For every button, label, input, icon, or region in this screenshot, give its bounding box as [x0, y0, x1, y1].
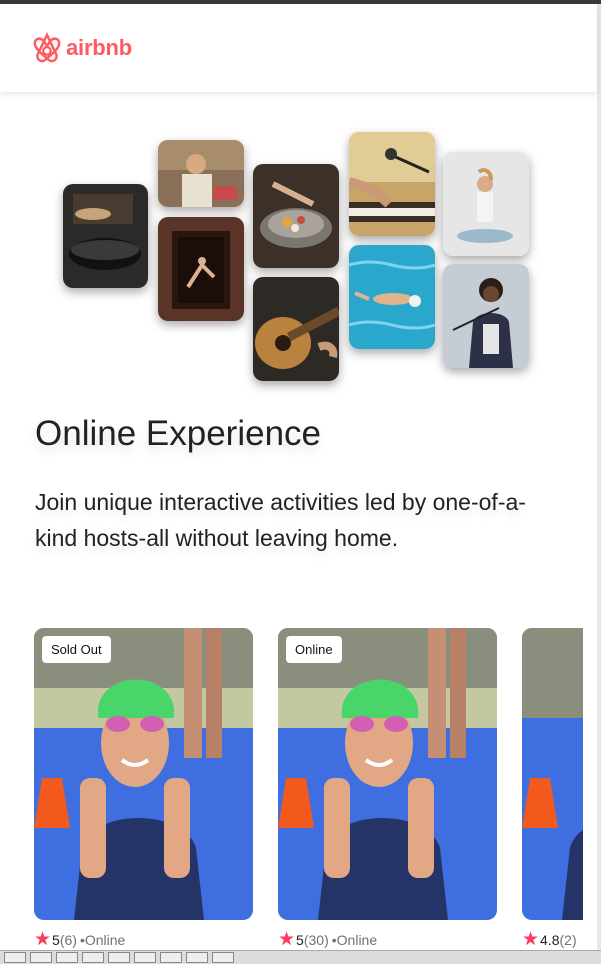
status-badge: Sold Out [42, 636, 111, 663]
dancer-doorway-photo [158, 217, 244, 321]
card-rating-row: ★ 4.8 (2) [522, 929, 577, 950]
vertical-scrollbar[interactable] [597, 4, 601, 950]
page-title: Online Experience [35, 414, 321, 453]
cooking-pot-photo [63, 184, 148, 288]
airbnb-logo[interactable]: airbnb [32, 32, 132, 64]
toolbar-button[interactable] [30, 952, 52, 963]
experience-card[interactable]: Sold Out ★ 5 (6) •Online [34, 628, 253, 949]
experience-collage [0, 120, 597, 395]
airbnb-belo-icon [33, 32, 61, 63]
brand-name: airbnb [66, 35, 133, 60]
food-bowl-photo [253, 164, 339, 268]
card-rating-row: ★ 5 (30) •Online [278, 929, 378, 950]
toolbar-button[interactable] [134, 952, 156, 963]
chef-woman-photo [158, 140, 244, 207]
page-subtitle: Join unique interactive activities led b… [35, 489, 526, 551]
experience-cards-carousel[interactable]: Sold Out ★ 5 (6) •Online Online ★ 5 (30)… [0, 628, 583, 958]
toolbar-button[interactable] [108, 952, 130, 963]
rating-value: 4.8 [540, 932, 560, 948]
card-rating-row: ★ 5 (6) •Online [34, 929, 126, 950]
toolbar-button[interactable] [212, 952, 234, 963]
bottom-toolbar [0, 950, 601, 964]
toolbar-button[interactable] [186, 952, 208, 963]
toolbar-button[interactable] [160, 952, 182, 963]
review-count: (6) [59, 932, 77, 948]
experience-card[interactable]: Online ★ 5 (30) •Online [278, 628, 497, 949]
toolbar-button[interactable] [82, 952, 104, 963]
swimmer-card-photo: Online [278, 628, 497, 920]
yoga-woman-photo [443, 152, 529, 256]
toolbar-button[interactable] [56, 952, 78, 963]
site-header: airbnb [0, 4, 597, 92]
play-button[interactable] [4, 952, 26, 963]
singer-performer-photo [443, 264, 529, 368]
guitar-photo [253, 277, 339, 381]
star-icon: ★ [34, 929, 52, 950]
experience-card[interactable]: ★ 4.8 (2) [522, 628, 583, 949]
rating-value: 5 [296, 932, 304, 948]
card-location: •Online [331, 932, 378, 948]
review-count: (2) [559, 932, 577, 948]
rating-value: 5 [52, 932, 60, 948]
status-badge: Online [286, 636, 342, 663]
swimmer-card-photo [522, 628, 583, 920]
review-count: (30) [303, 932, 329, 948]
star-icon: ★ [522, 929, 540, 950]
piano-microphone-photo [349, 132, 435, 236]
star-icon: ★ [278, 929, 296, 950]
card-location: •Online [79, 932, 126, 948]
swimmer-card-photo: Sold Out [34, 628, 253, 920]
swimmer-pool-photo [349, 245, 435, 349]
